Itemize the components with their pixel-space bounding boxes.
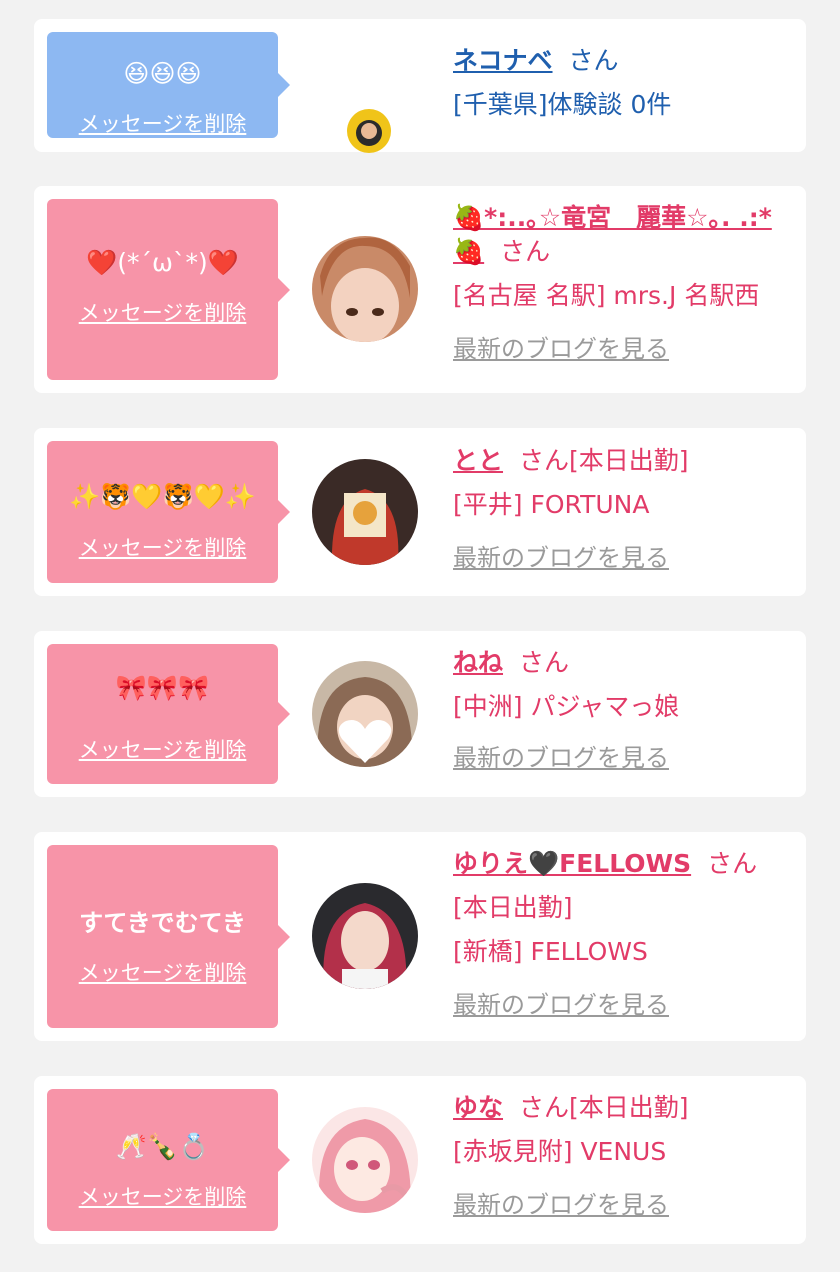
message-text: 🎀🎀🎀: [115, 673, 210, 702]
message-bubble: ❤️(*´ω`*)❤️ メッセージを削除: [47, 199, 290, 380]
honorific: さん: [500, 237, 551, 266]
message-bubble: ✨🐯💛🐯💛✨ メッセージを削除: [47, 441, 290, 583]
honorific: さん: [519, 446, 570, 475]
avatar[interactable]: [312, 459, 418, 565]
shop-info: [新橋] FELLOWS: [453, 937, 648, 966]
user-name-link[interactable]: 🍓*:..｡☆竜宮 麗華☆｡. .:*: [453, 203, 772, 232]
latest-blog-link[interactable]: 最新のブログを見る: [453, 1189, 792, 1221]
message-text: 😆😆😆: [123, 59, 202, 88]
message-card: 😆😆😆 メッセージを削除 ネコナベ さん [千葉県]体験談 0件: [34, 19, 806, 153]
shop-info: [平井] FORTUNA: [453, 490, 650, 519]
avatar[interactable]: [312, 236, 418, 342]
avatar[interactable]: [312, 661, 418, 767]
user-info: ゆな さん[本日出勤] [赤坂見附] VENUS 最新のブログを見る: [453, 1091, 792, 1221]
status-label: [本日出勤]: [453, 893, 573, 922]
message-card: すてきでむてき メッセージを削除 ゆりえ🖤FELLOWS さん [本日出勤] [新…: [34, 832, 806, 1041]
honorific: さん: [707, 849, 758, 878]
user-info: とと さん[本日出勤] [平井] FORTUNA 最新のブログを見る: [453, 444, 792, 574]
delete-message-link[interactable]: メッセージを削除: [47, 111, 278, 137]
delete-message-link[interactable]: メッセージを削除: [47, 960, 278, 986]
user-info: ねね さん [中洲] パジャマっ娘 最新のブログを見る: [453, 646, 792, 774]
message-text: ❤️(*´ω`*)❤️: [86, 248, 239, 277]
honorific: さん: [519, 648, 570, 677]
message-card: 🥂🍾💍 メッセージを削除 ゆな さん[本日出勤] [赤坂見附] VENUS 最新の…: [34, 1076, 806, 1244]
delete-message-link[interactable]: メッセージを削除: [47, 737, 278, 763]
delete-message-link[interactable]: メッセージを削除: [47, 1184, 278, 1210]
message-bubble: 🎀🎀🎀 メッセージを削除: [47, 644, 290, 784]
honorific: さん: [568, 46, 619, 75]
honorific: さん: [519, 1093, 570, 1122]
latest-blog-link[interactable]: 最新のブログを見る: [453, 542, 792, 574]
avatar[interactable]: [347, 109, 391, 153]
shop-info: [赤坂見附] VENUS: [453, 1137, 667, 1166]
shop-info: [名古屋 名駅] mrs.J 名駅西: [453, 281, 760, 310]
message-card: ❤️(*´ω`*)❤️ メッセージを削除 🍓*:..｡☆竜宮 麗華☆｡. .:*…: [34, 186, 806, 393]
avatar[interactable]: [312, 1107, 418, 1213]
delete-message-link[interactable]: メッセージを削除: [47, 535, 278, 561]
message-text: 🥂🍾💍: [115, 1132, 210, 1161]
avatar[interactable]: [312, 883, 418, 989]
shop-info: [中洲] パジャマっ娘: [453, 692, 680, 721]
user-name-link-cont[interactable]: 🍓: [453, 237, 484, 266]
latest-blog-link[interactable]: 最新のブログを見る: [453, 989, 792, 1021]
status-label: [本日出勤]: [569, 446, 689, 475]
message-bubble: すてきでむてき メッセージを削除: [47, 845, 290, 1028]
shop-info: [千葉県]体験談 0件: [453, 90, 672, 119]
message-text: すてきでむてき: [79, 909, 246, 937]
message-card: 🎀🎀🎀 メッセージを削除 ねね さん [中洲] パジャマっ娘 最新のブログを見る: [34, 631, 806, 797]
user-info: ゆりえ🖤FELLOWS さん [本日出勤] [新橋] FELLOWS 最新のブログ…: [453, 847, 792, 1021]
user-name-link[interactable]: ゆりえ🖤FELLOWS: [453, 849, 691, 878]
user-name-link[interactable]: ネコナベ: [453, 46, 553, 75]
message-bubble: 😆😆😆 メッセージを削除: [47, 32, 290, 138]
latest-blog-link[interactable]: 最新のブログを見る: [453, 742, 792, 774]
user-name-link[interactable]: ねね: [453, 648, 503, 677]
message-card: ✨🐯💛🐯💛✨ メッセージを削除 とと さん[本日出勤] [平井] FORTUNA …: [34, 428, 806, 596]
user-info: ネコナベ さん [千葉県]体験談 0件: [453, 44, 792, 122]
latest-blog-link[interactable]: 最新のブログを見る: [453, 333, 792, 365]
user-info: 🍓*:..｡☆竜宮 麗華☆｡. .:* 🍓 さん [名古屋 名駅] mrs.J 名…: [453, 201, 792, 365]
user-name-link[interactable]: ゆな: [453, 1093, 503, 1122]
message-text: ✨🐯💛🐯💛✨: [69, 482, 256, 511]
message-bubble: 🥂🍾💍 メッセージを削除: [47, 1089, 290, 1231]
delete-message-link[interactable]: メッセージを削除: [47, 300, 278, 326]
user-name-link[interactable]: とと: [453, 446, 503, 475]
status-label: [本日出勤]: [569, 1093, 689, 1122]
